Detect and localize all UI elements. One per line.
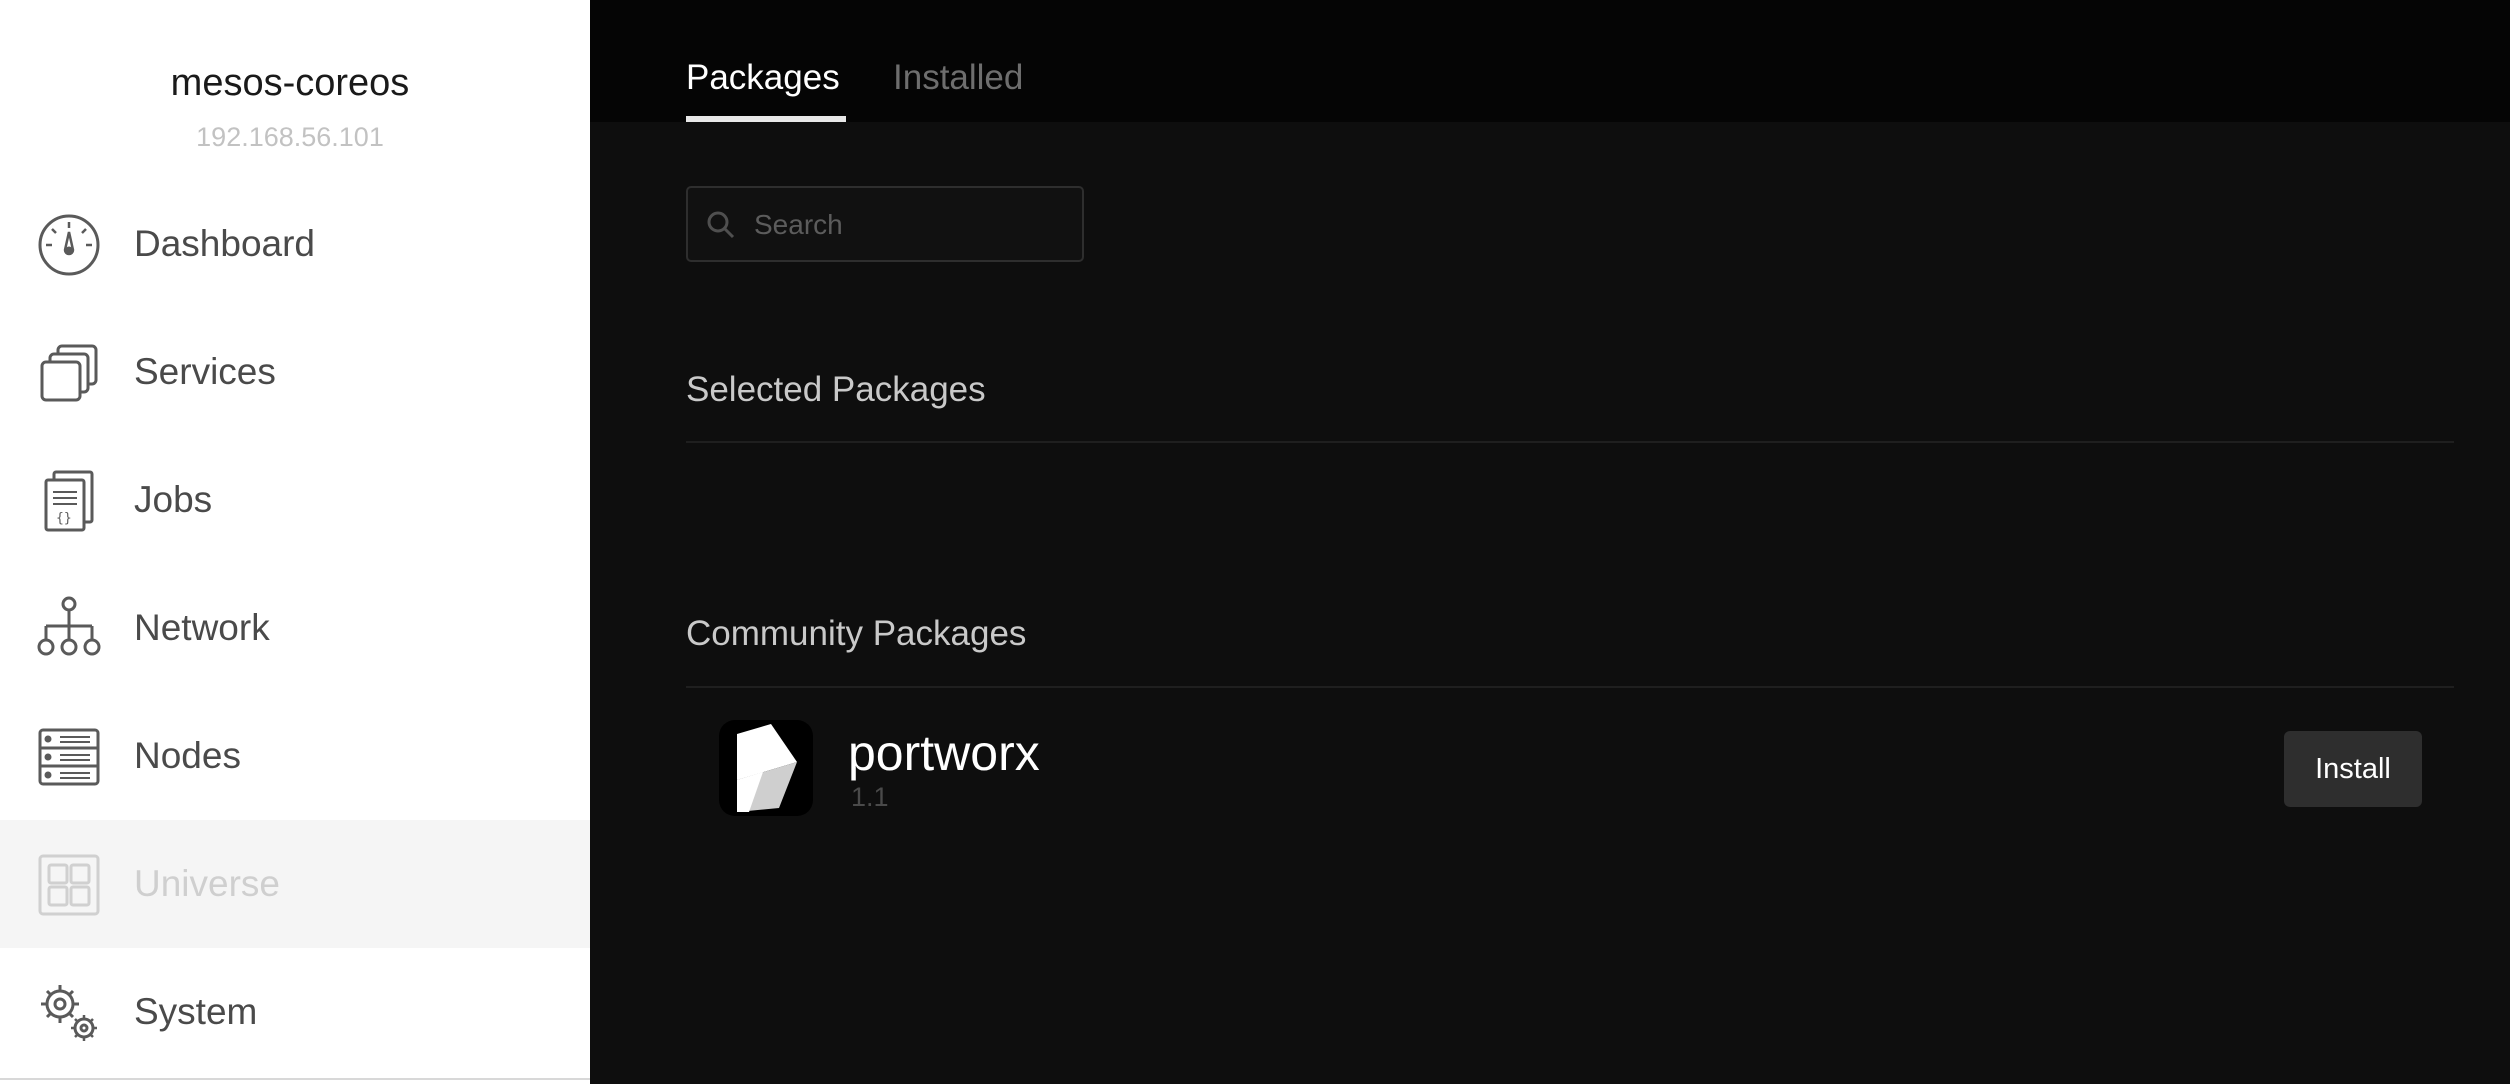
services-stack-icon <box>36 340 102 406</box>
tab-installed[interactable]: Installed <box>893 58 1023 98</box>
app-window: mesos-coreos 192.168.56.101 Dashboard Se… <box>0 0 2510 1084</box>
sidebar-item-label: Universe <box>134 863 280 904</box>
universe-grid-icon <box>36 852 102 918</box>
nodes-server-icon <box>36 724 102 790</box>
sidebar-item-label: Network <box>134 607 270 648</box>
section-divider <box>686 686 2454 688</box>
search-box[interactable] <box>686 186 1084 262</box>
svg-text:{}: {} <box>56 511 72 526</box>
active-tab-indicator <box>686 116 846 122</box>
tab-bar: Packages Installed <box>590 0 2510 122</box>
main-content: Packages Installed Selected Packages Com… <box>590 0 2510 1084</box>
package-name[interactable]: portworx <box>848 724 1040 782</box>
install-button[interactable]: Install <box>2284 731 2422 807</box>
jobs-document-icon: {} <box>36 468 102 534</box>
network-tree-icon <box>36 596 102 662</box>
search-input[interactable] <box>752 202 1076 248</box>
dashboard-gauge-icon <box>36 212 102 278</box>
sidebar-item-system[interactable]: System <box>0 948 590 1076</box>
sidebar-item-dashboard[interactable]: Dashboard <box>0 180 590 308</box>
tab-packages[interactable]: Packages <box>686 58 840 98</box>
portworx-logo-icon <box>719 720 813 816</box>
sidebar-divider <box>0 1078 590 1080</box>
section-divider <box>686 441 2454 443</box>
sidebar-item-label: Dashboard <box>134 223 316 264</box>
sidebar-item-label: Services <box>134 351 276 392</box>
sidebar-item-universe[interactable]: Universe <box>0 820 590 948</box>
sidebar-item-label: Jobs <box>134 479 213 520</box>
sidebar-item-jobs[interactable]: {} Jobs <box>0 436 590 564</box>
cluster-name[interactable]: mesos-coreos <box>0 62 580 105</box>
sidebar-item-services[interactable]: Services <box>0 308 590 436</box>
community-packages-heading: Community Packages <box>686 614 1027 653</box>
sidebar-item-network[interactable]: Network <box>0 564 590 692</box>
cluster-ip: 192.168.56.101 <box>196 122 384 152</box>
sidebar-nav: Dashboard Services {} Jobs Network Nodes… <box>0 180 590 1076</box>
sidebar-item-nodes[interactable]: Nodes <box>0 692 590 820</box>
system-gears-icon <box>36 980 102 1046</box>
sidebar-item-label: Nodes <box>134 735 241 776</box>
package-row[interactable]: portworx 1.1 Install <box>686 700 2454 840</box>
sidebar: mesos-coreos 192.168.56.101 Dashboard Se… <box>0 0 590 1084</box>
search-icon <box>706 210 736 240</box>
sidebar-item-label: System <box>134 991 258 1032</box>
package-version: 1.1 <box>851 782 889 812</box>
selected-packages-heading: Selected Packages <box>686 370 986 409</box>
